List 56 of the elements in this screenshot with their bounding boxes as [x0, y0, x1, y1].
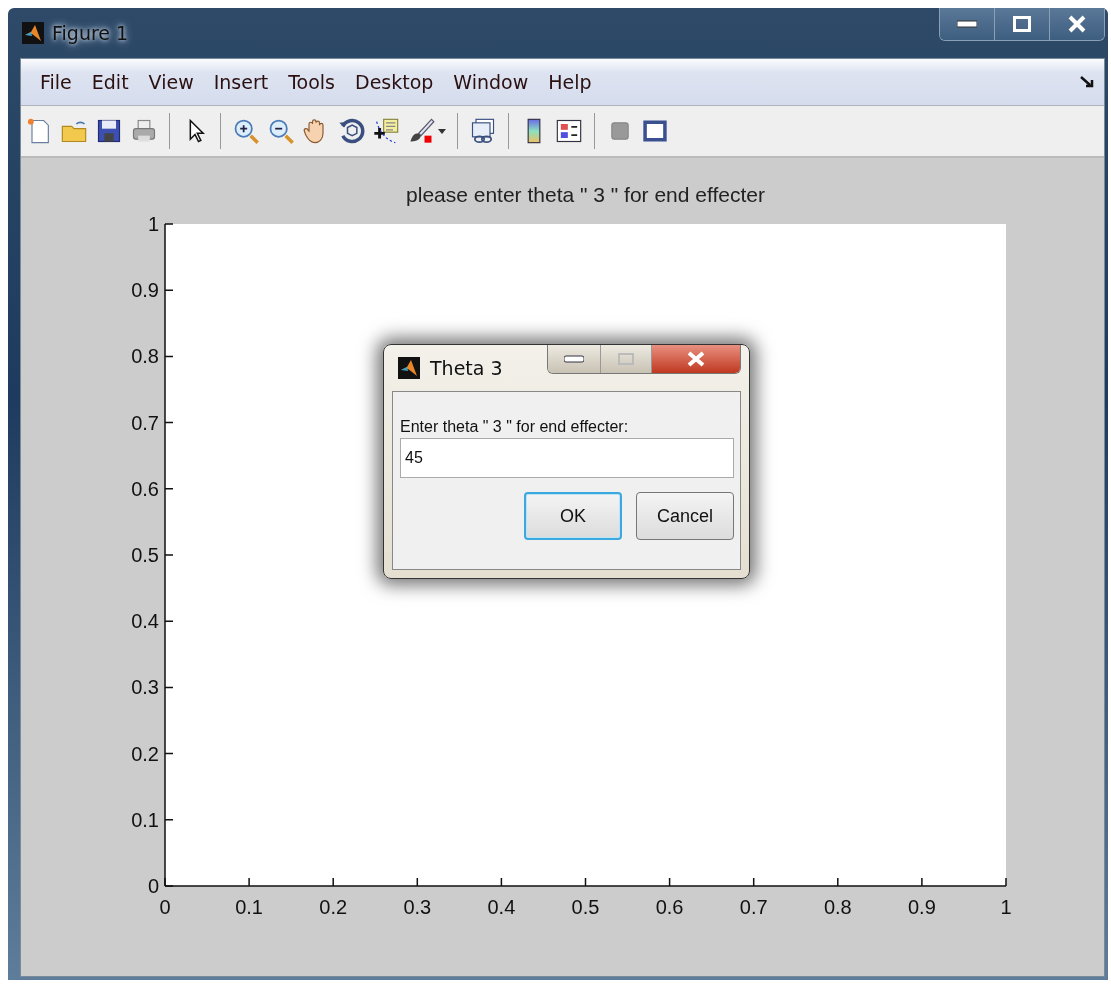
caret-icon[interactable] [438, 128, 446, 134]
dialog-title: Theta 3 [430, 357, 504, 379]
data-cursor-icon[interactable] [372, 117, 400, 145]
maximize-icon[interactable] [994, 8, 1049, 40]
legend-icon[interactable] [555, 117, 583, 145]
tick-label: 0.8 [823, 896, 852, 918]
close-icon[interactable] [651, 345, 740, 373]
tick-label: 0.3 [131, 676, 159, 699]
tick-label: 0.2 [131, 742, 159, 765]
ok-button[interactable]: OK [524, 492, 622, 540]
window-title: Figure 1 [52, 22, 130, 44]
menu-item[interactable]: Window [450, 71, 542, 93]
menu-item[interactable]: View [145, 71, 207, 93]
rotate-icon[interactable] [337, 117, 365, 145]
tick-label: 0.1 [235, 896, 263, 918]
tick-label: 0.4 [487, 896, 516, 918]
tick-label: 0.5 [131, 544, 159, 566]
chart-title: please enter theta " 3 " for end effecter [406, 183, 765, 206]
tick-label: 0.4 [131, 610, 159, 633]
app-logo-icon [22, 22, 44, 44]
minimize-icon[interactable] [940, 8, 994, 40]
tick-label: 1 [1000, 896, 1012, 918]
menu-item[interactable]: File [37, 71, 85, 93]
maximize-icon [600, 345, 651, 373]
tick-label: 0.5 [571, 896, 600, 918]
tick-label: 0.6 [131, 477, 159, 500]
linked-windows-icon[interactable] [469, 117, 497, 145]
zoom-in-icon[interactable] [232, 117, 260, 145]
dock-arrow-icon[interactable] [1080, 76, 1094, 88]
printer-icon[interactable] [130, 117, 158, 145]
tick-label: 0.6 [655, 896, 684, 918]
tick-label: 0.3 [403, 896, 432, 918]
close-icon[interactable] [1049, 8, 1104, 40]
menu-item[interactable]: Help [545, 71, 605, 93]
minimize-icon[interactable] [548, 345, 600, 373]
tick-label: 0.8 [131, 345, 159, 368]
tick-label: 1 [147, 213, 159, 235]
cancel-button[interactable]: Cancel [636, 492, 734, 540]
save-icon[interactable] [95, 117, 123, 145]
menu-item[interactable]: Tools [285, 71, 348, 93]
app-logo-icon [398, 357, 420, 379]
menu-item[interactable]: Edit [88, 71, 142, 93]
zoom-out-icon[interactable] [267, 117, 295, 145]
tick-label: 0.1 [131, 808, 159, 831]
tick-label: 0 [147, 875, 159, 897]
menu-item[interactable]: Insert [210, 71, 282, 93]
tick-label: 0.9 [908, 896, 936, 918]
tick-label: 0 [159, 896, 171, 918]
tick-label: 0.7 [739, 896, 768, 918]
menu-item[interactable]: Desktop [352, 71, 447, 93]
tick-label: 0.2 [319, 896, 348, 918]
tick-label: 0.9 [131, 279, 159, 302]
brush-icon[interactable] [407, 117, 435, 145]
input-field[interactable]: 45 [400, 438, 734, 478]
tick-label: 0.7 [131, 411, 159, 434]
prompt-label: Enter theta " 3 " for end effecter: [400, 418, 630, 436]
